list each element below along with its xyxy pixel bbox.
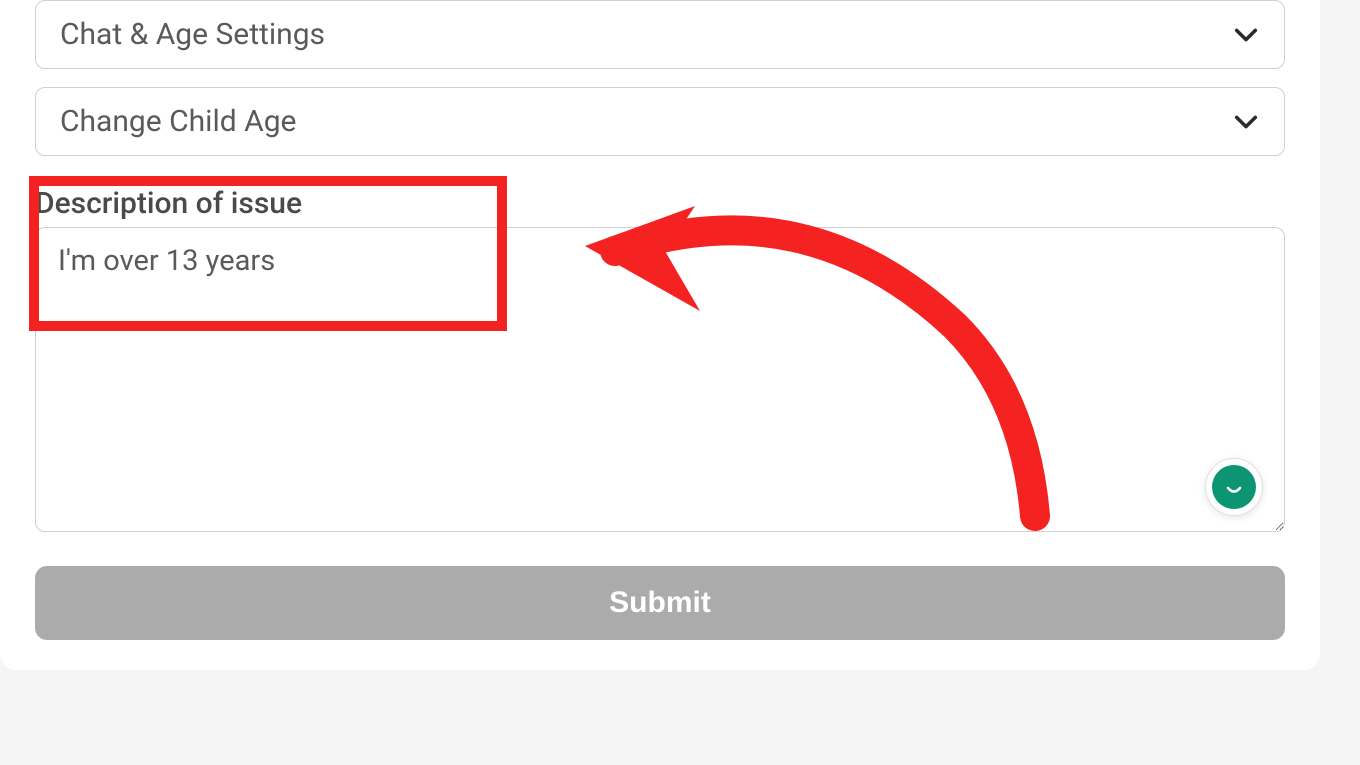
description-section: Description of issue bbox=[35, 186, 1285, 536]
chat-age-settings-dropdown[interactable]: Chat & Age Settings bbox=[35, 0, 1285, 69]
description-label: Description of issue bbox=[35, 186, 1285, 221]
form-container: Chat & Age Settings Change Child Age Des… bbox=[0, 0, 1320, 670]
change-child-age-dropdown[interactable]: Change Child Age bbox=[35, 87, 1285, 156]
dropdown-label: Chat & Age Settings bbox=[60, 17, 325, 52]
textarea-wrapper bbox=[35, 227, 1285, 536]
chat-widget-button[interactable] bbox=[1205, 458, 1263, 516]
description-textarea[interactable] bbox=[35, 227, 1285, 532]
chevron-down-icon bbox=[1232, 21, 1260, 49]
submit-button[interactable]: Submit bbox=[35, 566, 1285, 640]
smile-icon bbox=[1212, 465, 1256, 509]
chevron-down-icon bbox=[1232, 108, 1260, 136]
dropdown-label: Change Child Age bbox=[60, 104, 296, 139]
